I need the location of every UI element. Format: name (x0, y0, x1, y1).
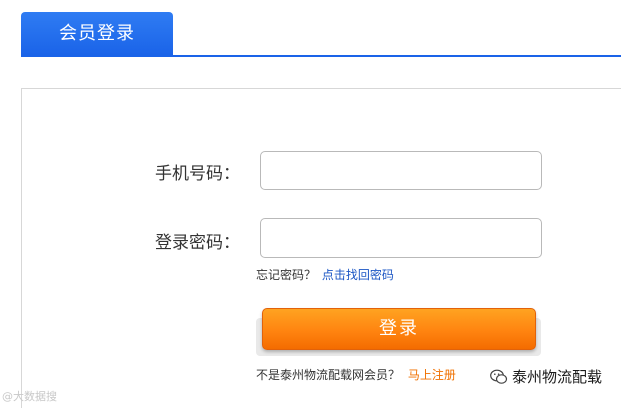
password-label: 登录密码： (155, 233, 240, 253)
register-prompt: 不是泰州物流配载网会员？ (256, 368, 401, 382)
wechat-icon (490, 369, 508, 385)
register-row: 不是泰州物流配载网会员？ 马上注册 (256, 366, 456, 383)
tab-member-login[interactable]: 会员登录 (21, 12, 173, 56)
watermark-right-text: 泰州物流配载 (512, 368, 603, 386)
forgot-password-row: 忘记密码？ 点击找回密码 (256, 266, 394, 283)
password-input[interactable] (260, 218, 542, 258)
login-page: 会员登录 手机号码： 登录密码： 忘记密码？ 点击找回密码 登录 不是泰州物流配… (0, 0, 621, 408)
tab-underline (21, 55, 621, 57)
register-link[interactable]: 马上注册 (408, 368, 456, 382)
phone-input[interactable] (260, 151, 542, 190)
forgot-password-text: 忘记密码？ (256, 268, 317, 282)
recover-password-link[interactable]: 点击找回密码 (322, 268, 394, 282)
watermark-right: 泰州物流配载 (490, 366, 603, 387)
watermark-left: @大数据搜 (2, 390, 57, 403)
phone-label: 手机号码： (155, 164, 240, 184)
login-button[interactable]: 登录 (262, 308, 536, 350)
